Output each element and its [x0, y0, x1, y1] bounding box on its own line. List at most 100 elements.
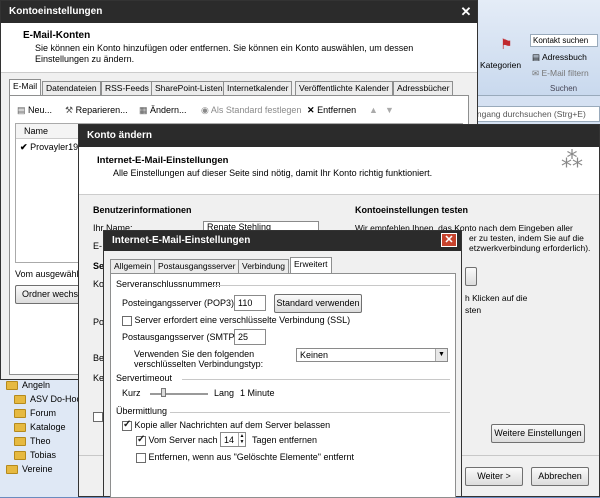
days-value: 14 [224, 435, 235, 445]
inet-tab-strip: Allgemein Postausgangsserver Verbindung … [110, 257, 450, 273]
next-button[interactable]: Weiter > [465, 467, 523, 486]
tab-internet-calendar[interactable]: Internetkalender [223, 81, 293, 95]
tab-rss[interactable]: RSS-Feeds [101, 81, 153, 95]
tab-general[interactable]: Allgemein [110, 259, 156, 273]
ssl-checkbox-row[interactable]: Server erfordert eine verschlüsselte Ver… [122, 315, 350, 326]
smtp-label: Postausgangsserver (SMTP): [122, 332, 241, 342]
more-settings-button[interactable]: Weitere Einstellungen [491, 424, 585, 443]
delivery-group-label: Übermittlung [116, 406, 168, 416]
ribbon [470, 0, 600, 96]
dialog-title: Internet-E-Mail-Einstellungen [112, 235, 251, 246]
address-book-button[interactable]: ▤ Adressbuch [532, 52, 587, 63]
tab-email[interactable]: E-Mail [9, 79, 42, 95]
timeout-long-label: Lang [214, 388, 235, 398]
ssl-label: Server erfordert eine verschlüsselte Ver… [134, 315, 351, 325]
folder-icon [6, 381, 18, 391]
test-settings-text-5: sten [465, 305, 482, 315]
tab-outgoing-server[interactable]: Postausgangsserver [154, 259, 240, 273]
set-default-label: Als Standard festlegen [210, 105, 302, 115]
keep-copy-row[interactable]: Kopie aller Nachrichten auf dem Server b… [122, 419, 331, 431]
cancel-button[interactable]: Abbrechen [531, 467, 589, 486]
remove-after-row[interactable]: Vom Server nach [136, 434, 218, 446]
move-down-icon[interactable]: ▼ [385, 105, 394, 115]
close-icon[interactable]: ✕ [456, 3, 476, 21]
folder-icon [14, 409, 26, 419]
smtp-port-input[interactable]: 25 [234, 329, 266, 345]
move-up-icon[interactable]: ▲ [369, 105, 378, 115]
email-filter-button[interactable]: ✉ E-Mail filtern [532, 68, 589, 79]
pop3-label: Posteingangsserver (POP3): [122, 298, 237, 308]
timeout-slider[interactable] [150, 393, 208, 395]
use-defaults-button[interactable]: Standard verwenden [274, 294, 362, 313]
divider [212, 285, 450, 286]
email-accounts-description: Sie können ein Konto hinzufügen oder ent… [35, 43, 414, 64]
account-settings-titlebar: Kontoeinstellungen [1, 1, 477, 23]
selected-account-label: Vom ausgewählte [15, 269, 87, 279]
account-name: Provayler19 [30, 142, 79, 152]
divider [170, 412, 450, 413]
user-info-heading: Benutzerinformationen [93, 205, 192, 215]
timeout-slider-thumb[interactable] [160, 388, 166, 397]
ssl-checkbox[interactable] [122, 315, 132, 326]
folder-item-kataloge[interactable]: Kataloge [14, 422, 66, 433]
folder-label: Theo [30, 436, 51, 446]
contact-search-field[interactable]: Kontakt suchen [530, 34, 598, 47]
change-icon: ▦ [139, 105, 148, 115]
tab-advanced[interactable]: Erweitert [290, 257, 332, 273]
folder-item-forum[interactable]: Forum [14, 408, 57, 419]
days-stepper[interactable]: 14 ▲ ▼ [220, 432, 246, 447]
flag-icon[interactable]: ⚑ [500, 36, 513, 53]
search-bar[interactable]: ingang durchsuchen (Strg+E) [470, 106, 600, 122]
folder-label: Angeln [22, 380, 51, 390]
stepper-arrows-icon: ▲ ▼ [238, 433, 245, 446]
folder-label: Tobias [30, 450, 57, 460]
change-folder-button[interactable]: Ordner wechse [15, 285, 85, 304]
folder-icon [14, 395, 26, 405]
folder-item-theo[interactable]: Theo [14, 436, 51, 447]
email-label: E- [93, 241, 102, 251]
tab-published-calendar[interactable]: Veröffentlichte Kalender [295, 81, 394, 95]
tab-connection[interactable]: Verbindung [238, 259, 290, 273]
new-button[interactable]: ▤ Neu... [17, 105, 52, 116]
internet-email-heading: Internet-E-Mail-Einstellungen [97, 155, 229, 166]
pop3-port-input[interactable]: 110 [234, 295, 266, 311]
repair-button[interactable]: ⚒ Reparieren... [65, 105, 128, 116]
checkbox[interactable] [93, 411, 103, 422]
repair-icon: ⚒ [65, 105, 74, 115]
remove-deleted-checkbox[interactable] [136, 452, 146, 463]
remove-after-checkbox[interactable] [136, 434, 146, 446]
folder-item-asv[interactable]: ASV Do-Hoch [14, 394, 86, 405]
tab-data-files[interactable]: Datendateien [42, 81, 101, 95]
folder-label: Kataloge [30, 422, 66, 432]
tab-address-books[interactable]: Adressbücher [393, 81, 454, 95]
test-account-button[interactable] [465, 267, 477, 286]
account-row[interactable]: ✔ Provayler19 [20, 142, 78, 153]
partial-checkbox[interactable] [93, 411, 103, 422]
keep-copy-checkbox[interactable] [122, 419, 132, 431]
folder-label: Forum [30, 408, 57, 418]
folder-item-vereine[interactable]: Vereine [6, 464, 53, 475]
email-accounts-heading: E-Mail-Konten [23, 30, 91, 41]
encryption-type-select[interactable]: Keinen ▼ [296, 348, 448, 362]
categories-label[interactable]: Kategorien [480, 60, 521, 70]
test-settings-text-2: er zu testen, indem Sie auf die [469, 233, 584, 243]
remove-button[interactable]: ✕ Entfernen [307, 105, 356, 116]
folder-item-tobias[interactable]: Tobias [14, 450, 57, 461]
timeout-short-label: Kurz [122, 388, 141, 398]
search-group-label: Suchen [550, 84, 578, 93]
tab-sharepoint[interactable]: SharePoint-Listen [151, 81, 227, 95]
change-button[interactable]: ▦ Ändern... [139, 105, 187, 116]
keep-copy-label: Kopie aller Nachrichten auf dem Server b… [134, 420, 331, 430]
email-filter-label: E-Mail filtern [541, 68, 589, 78]
encryption-label-2: verschlüsselten Verbindungstyp: [134, 359, 264, 369]
folder-item-angeln[interactable]: Angeln [6, 380, 51, 391]
remove-after-label: Vom Server nach [148, 435, 218, 445]
remove-deleted-label: Entfernen, wenn aus "Gelöschte Elemente"… [148, 452, 355, 462]
chevron-down-icon: ▼ [435, 349, 447, 361]
address-book-label: Adressbuch [541, 52, 587, 62]
remove-deleted-row[interactable]: Entfernen, wenn aus "Gelöschte Elemente"… [136, 452, 354, 463]
folder-label: Vereine [22, 464, 53, 474]
internet-email-description: Alle Einstellungen auf dieser Seite sind… [113, 168, 433, 178]
set-default-button[interactable]: ◉ Als Standard festlegen [201, 105, 301, 116]
close-icon[interactable]: ✕ [441, 233, 457, 247]
